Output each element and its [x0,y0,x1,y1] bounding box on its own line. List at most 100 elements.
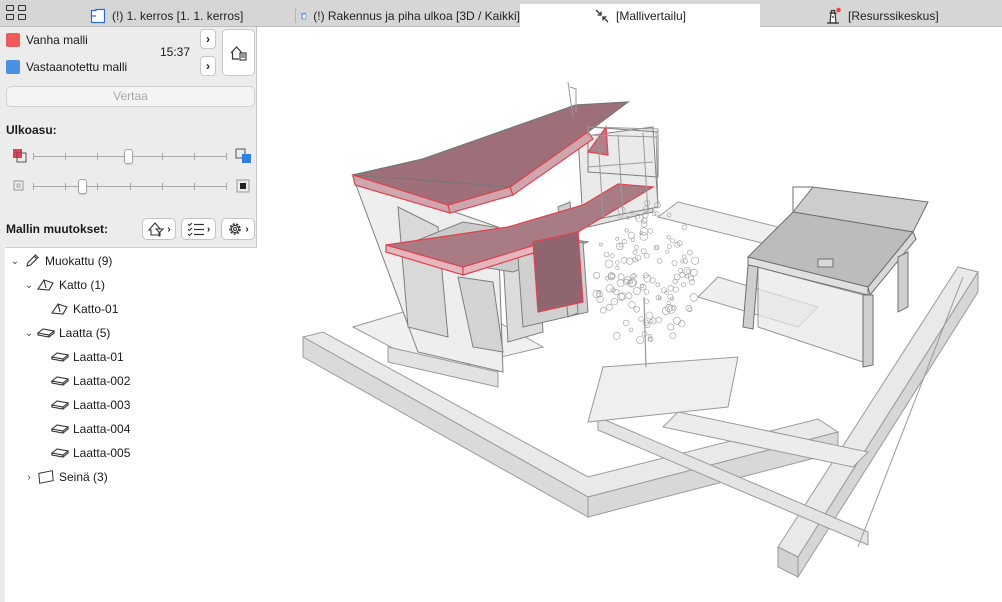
tree-leaf-mark [643,298,650,304]
tree-item-slab[interactable]: Laatta-004 [49,417,130,441]
garage-building [742,186,929,368]
transparency-slider[interactable] [33,179,227,194]
tree-item-slab[interactable]: Laatta-01 [49,345,124,369]
tree-leaf-mark [640,248,647,254]
slab-icon [51,397,69,413]
tab-label: (!) Rakennus ja piha ulkoa [3D / Kaikki] [313,8,520,23]
expand-chevron-icon[interactable]: ⌄ [9,256,21,267]
tree-leaf-mark [621,239,627,245]
tree-leaf-mark [670,238,675,244]
tree-leaf-mark [624,228,629,233]
tree-leaf-mark [665,303,673,312]
tree-leaf-mark [628,301,636,309]
tree-leaf-mark [615,236,620,241]
tree-leaf-mark [599,242,603,247]
roof-icon [37,277,55,293]
tree-leaf-mark [656,258,663,264]
slab-icon [51,421,69,437]
slab-icon [37,325,55,341]
expand-chevron-icon[interactable]: ⌄ [23,280,35,291]
model-changes-title: Mallin muutokset: [6,222,109,236]
tree-group-wall[interactable]: › Seinä (3) [23,465,107,489]
roof-icon [51,301,69,317]
opaque-square-icon [236,179,250,193]
collapse-chevron-icon[interactable]: › [23,472,35,483]
tree-leaf-mark [669,332,677,339]
tree-leaf-mark [678,320,686,328]
tree-group-roof[interactable]: ⌄ Katto (1) [23,273,105,297]
tree-leaf-mark [635,254,642,261]
tree-leaf-mark [651,211,657,216]
tree-leaf-mark [610,253,615,258]
old-model-select-button[interactable]: › [200,29,216,49]
list-options-button[interactable]: › [181,218,216,240]
slider-thumb[interactable] [124,149,134,164]
building-3d-model [301,81,979,579]
tab-label: (!) 1. kerros [1. 1. kerros] [112,8,244,23]
tree-item-modified[interactable]: ⌄ Muokattu (9) [9,249,113,273]
received-model-select-button[interactable]: › [200,56,216,76]
tree-leaf-mark [661,287,668,294]
tree-leaf-mark [689,293,699,302]
tree-leaf-mark [672,316,681,325]
expand-chevron-icon[interactable]: ⌄ [23,328,35,339]
tree-leaf-mark [600,307,607,314]
tree-leaf-mark [687,249,693,256]
tree-label: Laatta-003 [73,398,131,412]
old-model-color-icon [13,149,27,163]
tree-leaf-mark [672,286,679,293]
tab-overview-grid-icon[interactable] [6,5,32,23]
settings-button[interactable]: › [221,218,255,240]
changes-tree: ⌄ Muokattu (9) ⌄ Katto (1) Katto-01 ⌄ La [5,247,257,602]
transparent-square-icon [13,180,24,191]
color-blend-slider[interactable] [33,149,227,164]
tree-leaf-mark [680,282,686,288]
tree-leaf-mark [647,228,654,234]
tree-leaf-mark [667,305,676,314]
tree-leaf-mark [681,224,688,231]
received-model-label: Vastaanotettu malli [26,60,128,74]
tree-label: Laatta-005 [73,446,131,460]
tree-item-roof-01[interactable]: Katto-01 [49,297,118,321]
house-swap-icon [230,45,247,61]
tree-leaf-mark [655,316,662,324]
tab-3d-view[interactable]: (!) Rakennus ja piha ulkoa [3D / Kaikki] [290,4,520,27]
tree-item-slab[interactable]: Laatta-002 [49,369,130,393]
slider-thumb[interactable] [77,179,87,194]
tree-leaf-mark [634,245,639,250]
appearance-title: Ulkoasu: [6,123,57,137]
tree-leaf-mark [645,311,654,320]
tree-leaf-mark [625,292,633,300]
slab-icon [51,373,69,389]
floor-plan-icon [90,8,106,23]
checklist-icon [187,222,204,236]
tree-group-slab[interactable]: ⌄ Laatta (5) [23,321,111,345]
old-model-label: Vanha malli [26,33,88,47]
model-compare-panel: Vanha malli › 15:37 Vastaanotettu malli … [0,27,257,602]
tab-model-compare[interactable]: [Mallivertailu] [520,4,760,27]
swap-models-button[interactable] [222,29,255,76]
tree-leaf-mark [662,306,671,315]
tree-leaf-mark [630,273,636,280]
tree-item-slab[interactable]: Laatta-005 [49,441,130,465]
compare-button[interactable]: Vertaa [6,86,255,107]
3d-model-viewport[interactable] [258,27,1002,602]
tree-leaf-mark [605,284,614,293]
tree-leaf-mark [688,279,695,285]
tree-leaf-mark [667,323,675,331]
tree-leaf-mark [615,265,620,270]
tree-leaf-mark [684,274,689,279]
tree-leaf-mark [649,319,654,324]
resource-center-icon [827,7,841,24]
tree-leaf-mark [620,257,628,264]
tree-item-slab[interactable]: Laatta-003 [49,393,130,417]
tree-leaf-mark [643,289,650,295]
tree-label: Laatta-002 [73,374,131,388]
pencil-icon [23,253,41,269]
tab-resource-center[interactable]: [Resurssikeskus] [760,4,1002,27]
tree-leaf-mark [639,283,644,288]
tree-label: Laatta-004 [73,422,131,436]
tab-floor-plan[interactable]: (!) 1. kerros [1. 1. kerros] [80,4,296,27]
element-filter-button[interactable]: › [142,218,176,240]
tree-trunk [643,296,647,368]
